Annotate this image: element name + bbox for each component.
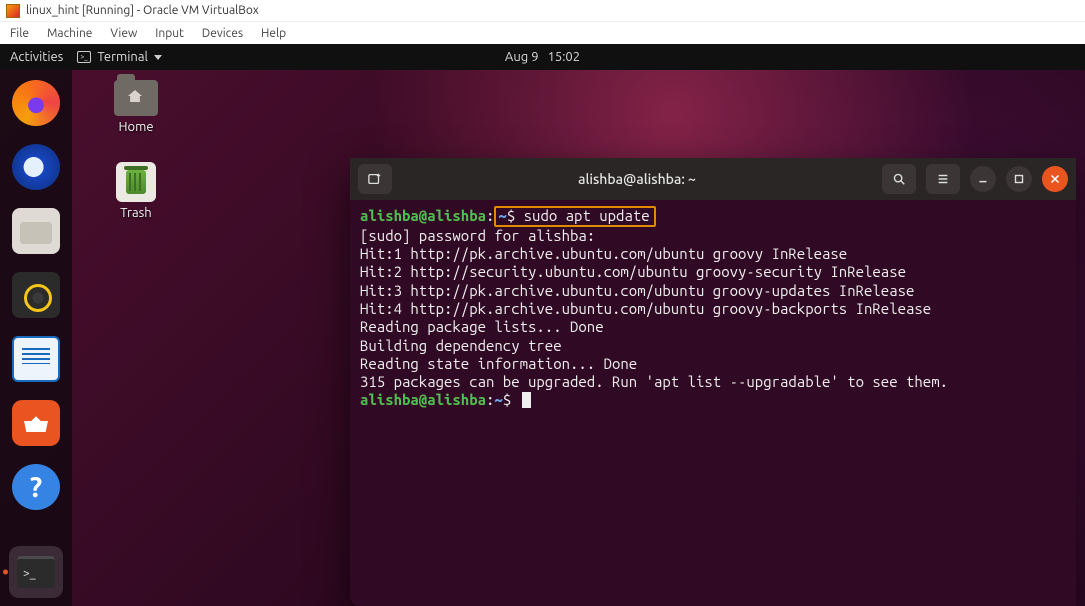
virtualbox-icon [6,4,20,18]
prompt-path: ~ [498,207,506,224]
dock: ? >_ [0,70,72,606]
desktop-icons: Home Trash [96,80,176,220]
help-icon[interactable]: ? [12,464,60,510]
guest-screen: Activities >_ Terminal Aug 9 15:02 ? >_ [0,44,1085,606]
files-icon[interactable] [12,208,60,254]
home-folder-label: Home [118,120,153,134]
prompt-sym: $ [507,207,515,224]
app-menu-button[interactable]: >_ Terminal [77,50,162,64]
trash-icon[interactable]: Trash [96,162,176,220]
new-tab-icon [368,172,382,186]
trash-bin-icon [116,162,156,202]
hamburger-icon [936,172,950,186]
gnome-topbar: Activities >_ Terminal Aug 9 15:02 [0,44,1085,70]
minimize-icon [976,172,990,186]
terminal-output-line: Hit:1 http://pk.archive.ubuntu.com/ubunt… [360,245,847,262]
vbox-menu-input[interactable]: Input [155,27,184,40]
maximize-button[interactable] [1006,166,1032,192]
prompt-sep: : [486,207,494,224]
close-button[interactable] [1042,166,1068,192]
vbox-titlebar[interactable]: linux_hint [Running] - Oracle VM Virtual… [0,0,1085,22]
vbox-menubar: File Machine View Input Devices Help [0,22,1085,44]
folder-icon [114,80,158,116]
terminal-output-line: Hit:4 http://pk.archive.ubuntu.com/ubunt… [360,300,931,317]
terminal-output-line: [sudo] password for alishba: [360,227,595,244]
terminal-icon: >_ [77,51,91,63]
terminal-window: alishba@alishba: ~ [350,158,1076,606]
terminal-content[interactable]: alishba@alishba:~$ sudo apt update [sudo… [350,200,1076,606]
search-icon [892,172,906,186]
prompt-user: alishba@alishba [360,391,486,408]
trash-label: Trash [120,206,151,220]
terminal-output-line: 315 packages can be upgraded. Run 'apt l… [360,373,948,390]
hamburger-menu-button[interactable] [926,164,960,194]
vbox-menu-devices[interactable]: Devices [202,27,243,40]
thunderbird-icon[interactable] [12,144,60,190]
search-button[interactable] [882,164,916,194]
maximize-icon [1012,172,1026,186]
terminal-headerbar[interactable]: alishba@alishba: ~ [350,158,1076,200]
rhythmbox-icon[interactable] [12,272,60,318]
vbox-menu-machine[interactable]: Machine [47,27,92,40]
prompt-user: alishba@alishba [360,207,486,224]
terminal-title: alishba@alishba: ~ [400,171,874,187]
vbox-menu-file[interactable]: File [10,27,29,40]
terminal-output-line: Reading state information... Done [360,355,637,372]
vbox-menu-view[interactable]: View [110,27,137,40]
chevron-down-icon [154,55,162,60]
activities-button[interactable]: Activities [10,50,63,64]
home-folder-icon[interactable]: Home [96,80,176,134]
terminal-output-line: Building dependency tree [360,337,562,354]
minimize-button[interactable] [970,166,996,192]
terminal-output-line: Hit:3 http://pk.archive.ubuntu.com/ubunt… [360,282,914,299]
prompt-sym: $ [503,391,511,408]
ubuntu-software-icon[interactable] [12,400,60,446]
cursor [522,392,531,408]
terminal-icon: >_ [17,556,55,588]
clock-date: Aug 9 [505,50,539,64]
vbox-menu-help[interactable]: Help [261,27,286,40]
terminal-dock-icon[interactable]: >_ [9,546,63,598]
clock-button[interactable]: Aug 9 15:02 [502,50,583,64]
close-icon [1048,172,1062,186]
command-highlight: ~$ sudo apt update [494,206,655,227]
command-text: sudo apt update [524,207,650,224]
vbox-window-title: linux_hint [Running] - Oracle VM Virtual… [26,4,259,17]
desktop[interactable]: ? >_ Home Trash alishba@alishba: [0,70,1085,606]
clock-time: 15:02 [548,50,581,64]
terminal-output-line: Reading package lists... Done [360,318,604,335]
firefox-icon[interactable] [12,80,60,126]
terminal-output-line: Hit:2 http://security.ubuntu.com/ubuntu … [360,263,906,280]
libreoffice-writer-icon[interactable] [12,336,60,382]
prompt-path: ~ [494,391,502,408]
app-menu-label: Terminal [97,50,148,64]
new-tab-button[interactable] [358,164,392,194]
